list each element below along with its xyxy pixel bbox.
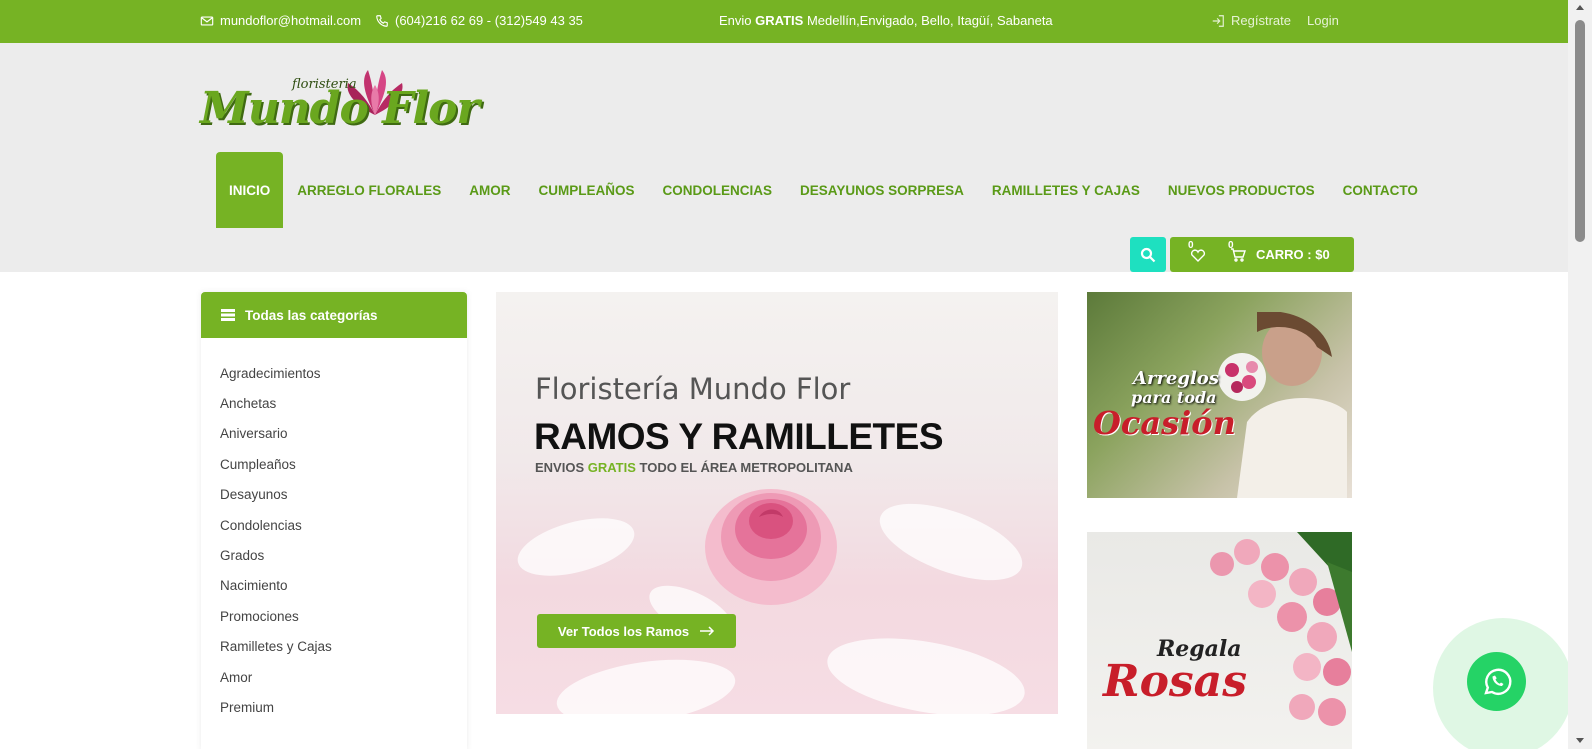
category-item[interactable]: Grados xyxy=(220,540,448,570)
arrow-right-icon xyxy=(700,626,715,636)
phone-icon xyxy=(376,14,388,27)
petal-shape xyxy=(511,507,641,587)
top-bar: mundoflor@hotmail.com (604)216 62 69 - (… xyxy=(0,0,1568,43)
shipping-banner: Envio GRATIS Medellín,Envigado, Bello, I… xyxy=(719,13,1053,28)
list-icon xyxy=(221,309,235,321)
scroll-thumb[interactable] xyxy=(1575,20,1585,242)
category-item[interactable]: Ramilletes y Cajas xyxy=(220,632,448,662)
envelope-icon xyxy=(200,15,214,26)
cta-label: Ver Todos los Ramos xyxy=(557,623,690,639)
nav-item-nuevos-productos[interactable]: NUEVOS PRODUCTOS xyxy=(1154,152,1329,228)
promo-roses-banner[interactable]: Regala Rosas xyxy=(1087,532,1352,749)
category-item[interactable]: Agradecimientos xyxy=(220,358,448,388)
whatsapp-button[interactable] xyxy=(1467,652,1526,711)
register-link[interactable]: Regístrate xyxy=(1211,13,1291,28)
category-item[interactable]: Amor xyxy=(220,662,448,692)
nav-item-amor[interactable]: AMOR xyxy=(455,152,524,228)
category-item[interactable]: Anchetas xyxy=(220,388,448,418)
login-link[interactable]: Login xyxy=(1307,13,1339,28)
hero-sub-prefix: ENVIOS xyxy=(535,460,585,475)
hero-sub-highlight: GRATIS xyxy=(587,460,636,475)
nav-item-arreglo-florales[interactable]: ARREGLO FLORALES xyxy=(283,152,455,228)
scroll-down-arrow[interactable] xyxy=(1576,738,1584,743)
promo-occasion-banner[interactable]: Arreglos para toda Ocasión xyxy=(1087,292,1352,498)
page-scrollbar[interactable] xyxy=(1568,0,1592,749)
promo-roses-line2: Rosas xyxy=(1103,656,1247,707)
search-icon xyxy=(1140,247,1156,262)
cart-count: 0 xyxy=(1228,239,1234,251)
cart-button[interactable]: 0 xyxy=(1228,240,1246,262)
hero-kicker: Floristería Mundo Flor xyxy=(535,372,851,406)
hero-subtitle: ENVIOS GRATIS TODO EL ÁREA METROPOLITANA xyxy=(535,460,853,475)
nav-item-inicio[interactable]: INICIO xyxy=(216,152,284,228)
categories-sidebar: Todas las categorías Agradecimientos Anc… xyxy=(201,292,467,749)
category-item[interactable]: Condolencias xyxy=(220,510,448,540)
shipping-prefix: Envio xyxy=(719,13,752,28)
petal-shape xyxy=(870,488,1032,596)
nav-item-desayunos-sorpresa[interactable]: DESAYUNOS SORPRESA xyxy=(786,152,978,228)
nav-item-ramilletes-y-cajas[interactable]: RAMILLETES Y CAJAS xyxy=(978,152,1154,228)
site-header: floristeria Mundo Flor INICIO ARREGLO FL… xyxy=(0,43,1568,272)
categories-header[interactable]: Todas las categorías xyxy=(201,292,467,338)
promo-occasion-line1: Arreglos xyxy=(1133,368,1219,389)
promo-occasion-line3: Ocasión xyxy=(1093,404,1236,442)
sign-in-icon xyxy=(1212,14,1224,27)
nav-item-cumpleanos[interactable]: CUMPLEAÑOS xyxy=(525,152,649,228)
category-list: Agradecimientos Anchetas Aniversario Cum… xyxy=(201,338,467,723)
category-item[interactable]: Aniversario xyxy=(220,419,448,449)
category-item[interactable]: Premium xyxy=(220,692,448,722)
wishlist-button[interactable]: 0 xyxy=(1188,240,1206,262)
nav-item-contacto[interactable]: CONTACTO xyxy=(1329,152,1432,228)
category-item[interactable]: Nacimiento xyxy=(220,571,448,601)
petal-shape xyxy=(552,649,740,714)
shipping-bold: GRATIS xyxy=(755,13,804,28)
petal-shape xyxy=(821,625,1031,714)
shipping-places: Medellín,Envigado, Bello, Itagüí, Sabane… xyxy=(806,13,1053,28)
category-item[interactable]: Promociones xyxy=(220,601,448,631)
search-button[interactable] xyxy=(1130,237,1166,272)
logo-brand: Mundo Flor xyxy=(200,83,480,134)
rose-image xyxy=(705,489,837,605)
phone-contact[interactable]: (604)216 62 69 - (312)549 43 35 xyxy=(375,13,583,28)
logo[interactable]: floristeria Mundo Flor xyxy=(200,65,510,155)
category-item[interactable]: Desayunos xyxy=(220,480,448,510)
hero-banner: Floristería Mundo Flor RAMOS Y RAMILLETE… xyxy=(496,292,1058,714)
login-text: Login xyxy=(1307,13,1339,28)
hero-title: RAMOS Y RAMILLETES xyxy=(534,416,944,457)
category-item[interactable]: Cumpleaños xyxy=(220,449,448,479)
nav-item-condolencias[interactable]: CONDOLENCIAS xyxy=(649,152,787,228)
email-contact[interactable]: mundoflor@hotmail.com xyxy=(200,13,361,28)
hero-sub-suffix: TODO EL ÁREA METROPOLITANA xyxy=(639,460,853,475)
register-text: Regístrate xyxy=(1231,13,1291,28)
email-text: mundoflor@hotmail.com xyxy=(220,13,362,28)
phone-text: (604)216 62 69 - (312)549 43 35 xyxy=(395,13,583,28)
wishlist-count: 0 xyxy=(1188,239,1194,251)
whatsapp-icon xyxy=(1483,668,1511,695)
main-nav: INICIO ARREGLO FLORALES AMOR CUMPLEAÑOS … xyxy=(216,152,1432,228)
scroll-up-arrow[interactable] xyxy=(1576,5,1584,10)
cart-total[interactable]: CARRO : $0 xyxy=(1256,247,1330,262)
view-bouquets-button[interactable]: Ver Todos los Ramos xyxy=(537,614,736,648)
cart-bar: 0 0 CARRO : $0 xyxy=(1170,237,1354,272)
categories-title: Todas las categorías xyxy=(245,307,378,323)
